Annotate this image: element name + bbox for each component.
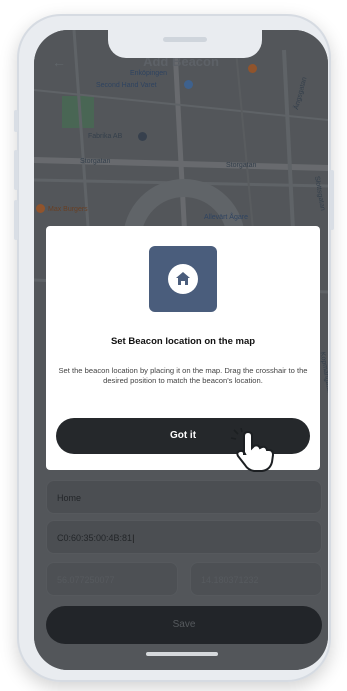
phone-volume-up xyxy=(14,150,18,190)
phone-power-button xyxy=(330,170,334,230)
hand-pointer-icon xyxy=(230,428,275,472)
phone-screen: Enköpingen Second Hand Varet Fabrika AB … xyxy=(34,30,328,670)
home-indicator[interactable] xyxy=(146,652,218,656)
phone-side-button xyxy=(14,110,18,132)
home-icon xyxy=(168,264,198,294)
beacon-location-modal: Set Beacon location on the map Set the b… xyxy=(46,226,320,470)
phone-volume-down xyxy=(14,200,18,240)
modal-title: Set Beacon location on the map xyxy=(110,336,256,347)
modal-body: Set the beacon location by placing it on… xyxy=(58,366,308,385)
modal-icon-tile xyxy=(149,246,217,312)
notch xyxy=(108,30,262,58)
speaker xyxy=(163,37,207,42)
